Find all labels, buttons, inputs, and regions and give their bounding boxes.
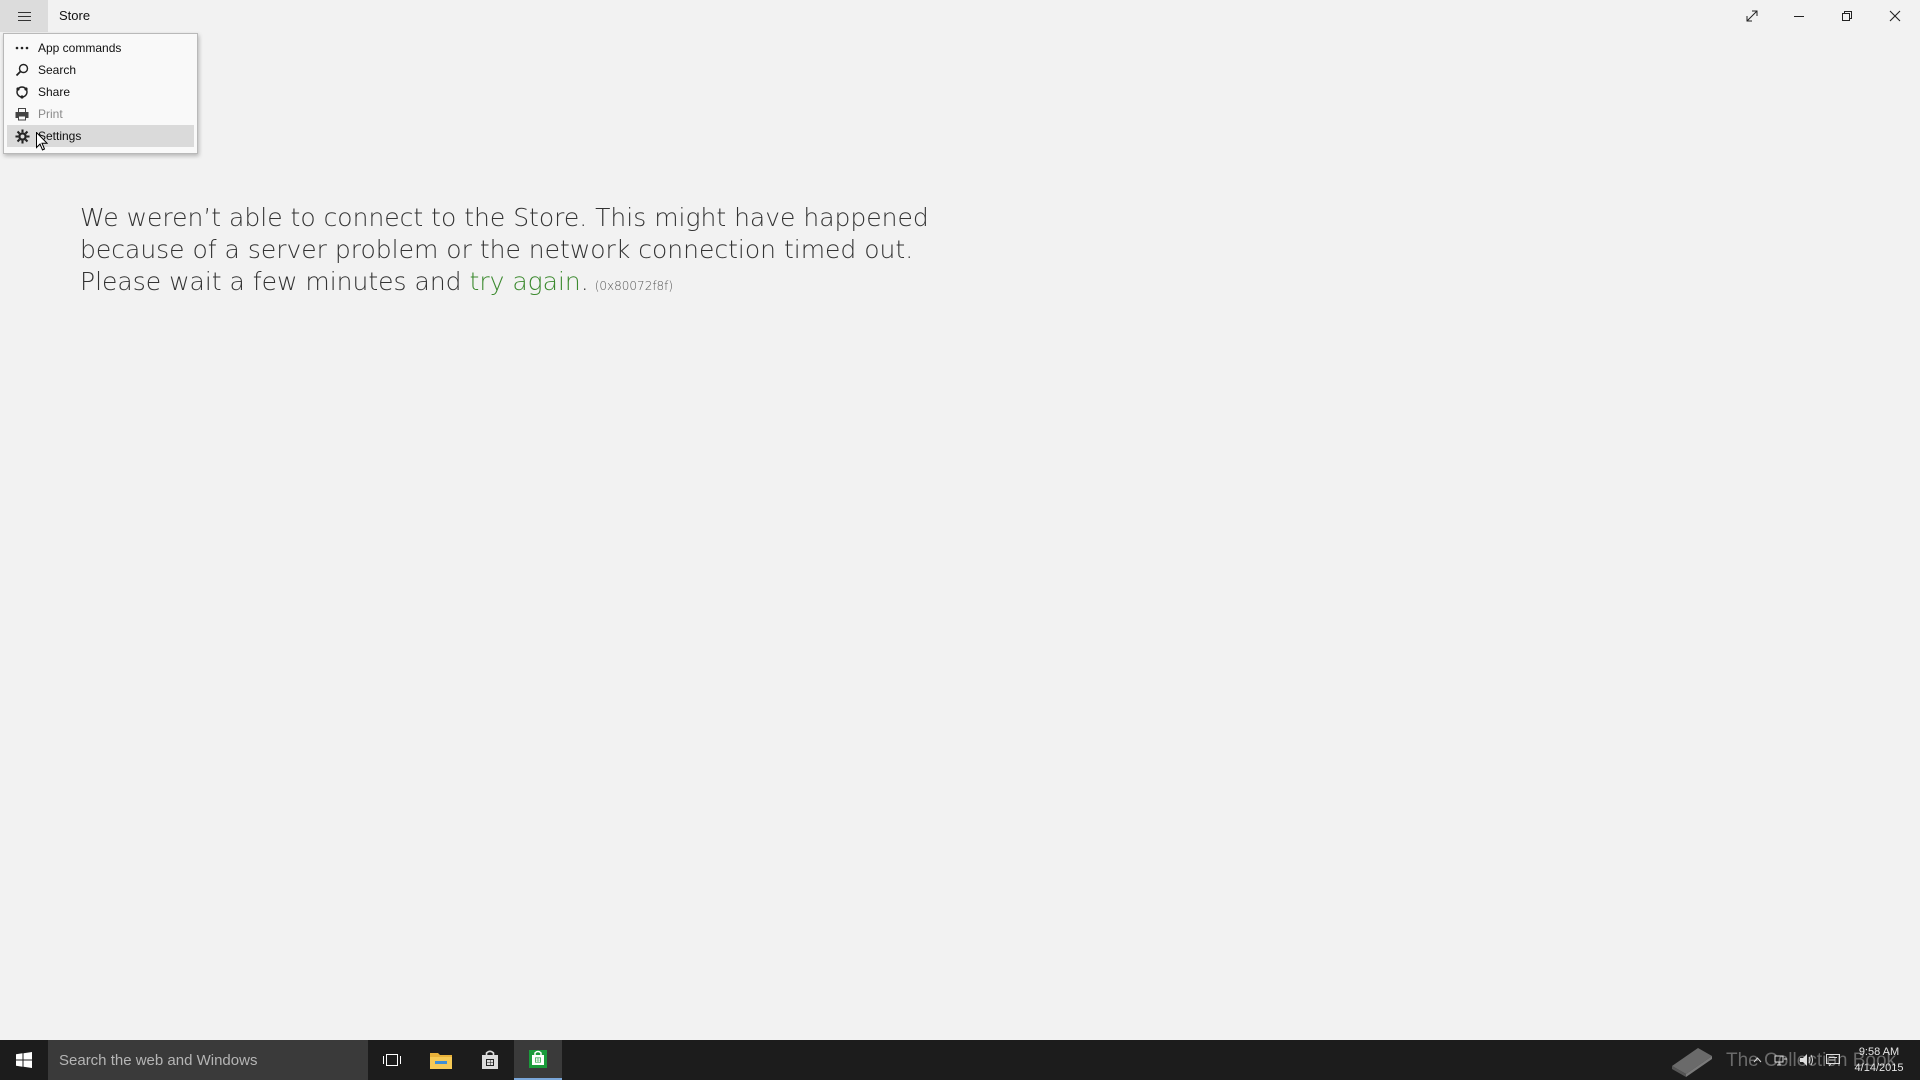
app-menu-dropdown: App commands Search Share Print Settings bbox=[3, 33, 198, 154]
hamburger-menu-icon bbox=[17, 11, 31, 21]
error-line-3-suffix: . bbox=[580, 267, 589, 296]
menu-item-label: Share bbox=[38, 85, 71, 99]
printer-icon bbox=[9, 103, 35, 125]
menu-item-label: Print bbox=[38, 107, 63, 121]
restore-button[interactable] bbox=[1824, 0, 1870, 32]
network-icon bbox=[1774, 1055, 1787, 1066]
error-line-1: We weren’t able to connect to the Store.… bbox=[80, 203, 929, 232]
connection-error-message: We weren’t able to connect to the Store.… bbox=[80, 202, 980, 302]
store-app-button[interactable] bbox=[514, 1040, 562, 1080]
gear-icon bbox=[9, 125, 35, 147]
menu-item-label: App commands bbox=[38, 41, 122, 55]
action-center-button[interactable] bbox=[1822, 1040, 1844, 1080]
share-icon bbox=[9, 81, 35, 103]
taskbar-search-box[interactable]: Search the web and Windows bbox=[48, 1040, 368, 1080]
close-button[interactable] bbox=[1872, 0, 1918, 32]
fullscreen-icon bbox=[1746, 10, 1758, 22]
error-line-3: Please wait a few minutes and try again.… bbox=[80, 266, 980, 302]
taskbar: Search the web and Windows The Collectio… bbox=[0, 1040, 1920, 1080]
clock-date: 4/14/2015 bbox=[1854, 1062, 1904, 1074]
store-bag-button[interactable] bbox=[466, 1040, 514, 1080]
title-bar: Store bbox=[0, 0, 1920, 32]
chevron-up-icon bbox=[1753, 1057, 1761, 1063]
taskbar-search-placeholder: Search the web and Windows bbox=[59, 1051, 258, 1069]
menu-item-app-commands[interactable]: App commands bbox=[7, 37, 194, 59]
error-line-3-prefix: Please wait a few minutes and bbox=[80, 267, 470, 296]
minimize-button[interactable] bbox=[1776, 0, 1822, 32]
more-dots-icon bbox=[9, 37, 35, 59]
network-button[interactable] bbox=[1770, 1040, 1792, 1080]
menu-item-share[interactable]: Share bbox=[7, 81, 194, 103]
book-logo-icon bbox=[1672, 1048, 1712, 1077]
app-title: Store bbox=[59, 8, 91, 23]
try-again-link[interactable]: try again bbox=[470, 267, 581, 296]
close-icon bbox=[1889, 10, 1901, 22]
windows-logo-icon bbox=[16, 1052, 32, 1068]
restore-icon bbox=[1842, 11, 1852, 21]
show-hidden-icons-button[interactable] bbox=[1748, 1040, 1766, 1080]
task-view-button[interactable] bbox=[368, 1040, 416, 1080]
volume-icon bbox=[1800, 1054, 1813, 1066]
start-button[interactable] bbox=[0, 1040, 48, 1080]
mouse-cursor-icon bbox=[36, 132, 48, 151]
menu-item-label: Search bbox=[38, 63, 77, 77]
fullscreen-button[interactable] bbox=[1729, 0, 1775, 32]
hamburger-button[interactable] bbox=[0, 0, 48, 32]
menu-item-print[interactable]: Print bbox=[7, 103, 194, 125]
notification-icon bbox=[1826, 1054, 1840, 1067]
file-explorer-icon bbox=[430, 1053, 452, 1069]
error-line-2: because of a server problem or the netwo… bbox=[80, 235, 914, 264]
menu-item-search[interactable]: Search bbox=[7, 59, 194, 81]
volume-button[interactable] bbox=[1796, 1040, 1818, 1080]
search-icon bbox=[9, 59, 35, 81]
minimize-icon bbox=[1794, 16, 1804, 17]
file-explorer-button[interactable] bbox=[417, 1040, 465, 1080]
error-code: (0x80072f8f) bbox=[594, 279, 674, 293]
store-app-icon bbox=[529, 1050, 547, 1068]
store-bag-icon bbox=[482, 1050, 498, 1069]
clock-time: 9:58 AM bbox=[1858, 1046, 1900, 1058]
task-view-icon bbox=[383, 1054, 401, 1066]
taskbar-clock[interactable]: 9:58 AM 4/14/2015 bbox=[1848, 1044, 1910, 1076]
